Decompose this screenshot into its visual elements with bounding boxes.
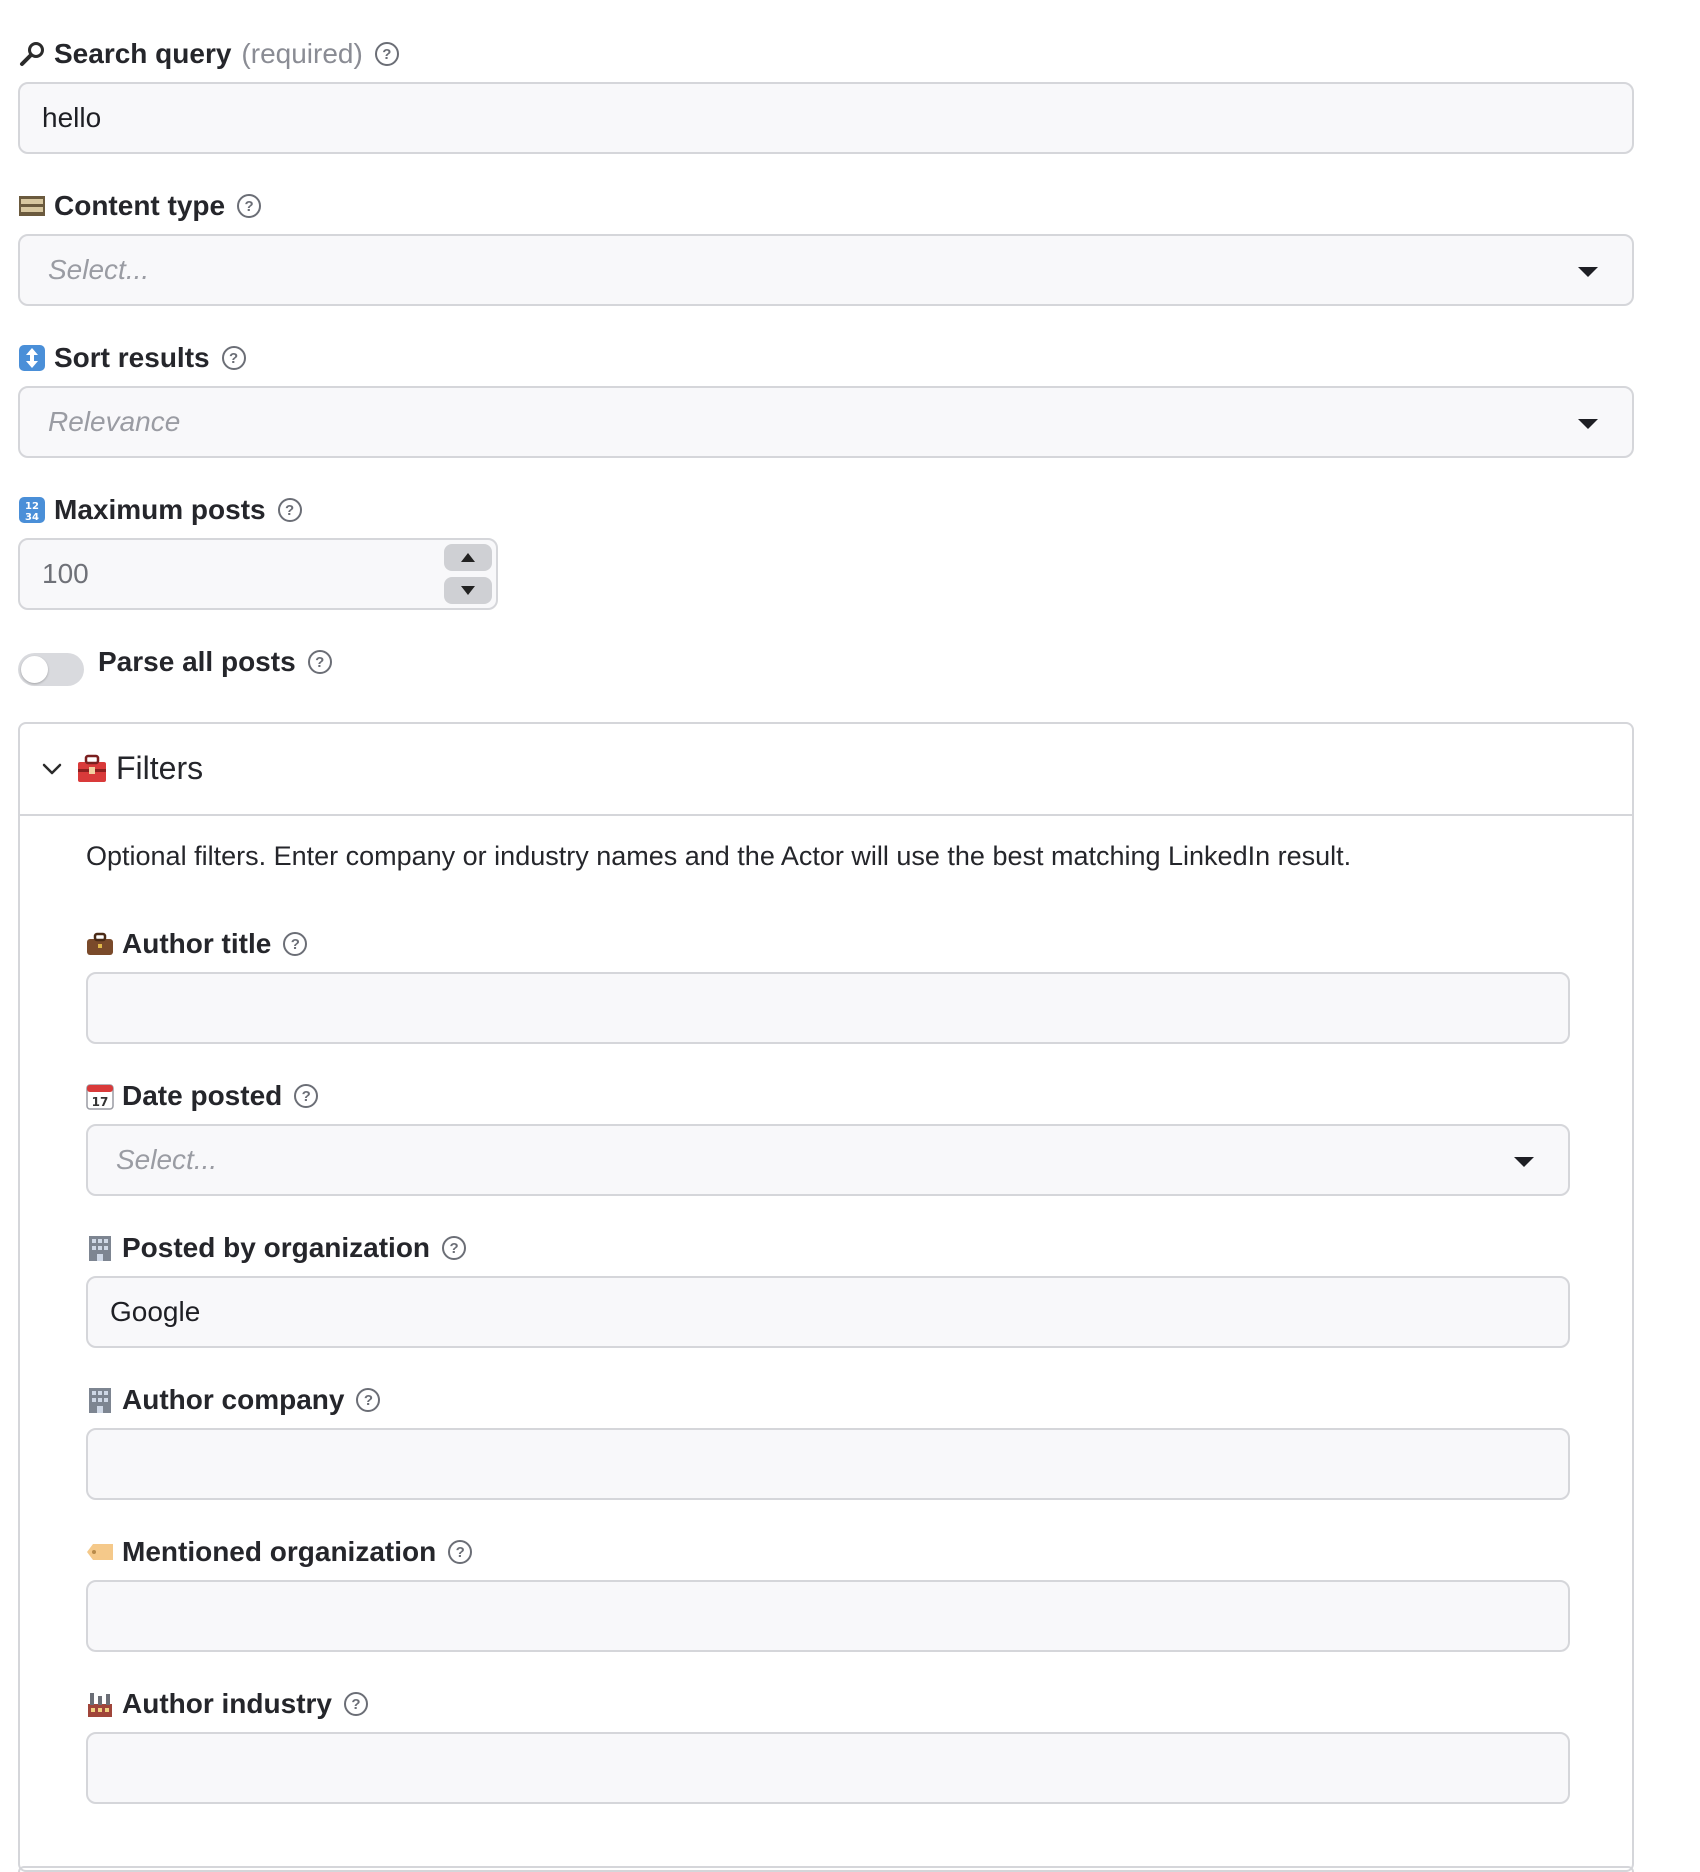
author-company-label-text: Author company	[122, 1384, 345, 1415]
increment-button[interactable]	[444, 544, 492, 571]
maximum-posts-value: 100	[42, 558, 89, 589]
maximum-posts-label-text: Maximum posts	[54, 494, 266, 525]
content-type-label: Content type ?	[18, 188, 262, 224]
svg-text:12: 12	[25, 501, 39, 512]
help-icon[interactable]: ?	[283, 932, 308, 956]
toolbox-icon	[76, 752, 108, 784]
date-posted-placeholder: Select...	[116, 1144, 218, 1175]
sort-results-label: Sort results ?	[18, 340, 246, 376]
author-title-input[interactable]	[86, 972, 1570, 1044]
search-query-value: hello	[42, 102, 102, 133]
svg-text:34: 34	[25, 512, 39, 523]
chevron-down-icon	[1514, 1157, 1534, 1167]
content-type-select[interactable]: Select...	[18, 234, 1634, 306]
calendar-icon: 17	[86, 1082, 114, 1110]
toggle-knob	[21, 656, 48, 683]
author-company-input[interactable]	[86, 1428, 1570, 1500]
office-building-icon	[86, 1234, 114, 1262]
next-panel-edge	[18, 1866, 1634, 1872]
mentioned-org-label: Mentioned organization ?	[86, 1534, 473, 1570]
author-title-label: Author title ?	[86, 926, 308, 962]
collapse-chevron-icon[interactable]	[38, 750, 78, 790]
posted-by-org-label: Posted by organization ?	[86, 1230, 467, 1266]
date-posted-select[interactable]: Select...	[86, 1124, 1570, 1196]
help-icon[interactable]: ?	[442, 1236, 467, 1260]
date-posted-label: 17 Date posted ?	[86, 1078, 319, 1114]
mentioned-org-label-text: Mentioned organization	[122, 1536, 437, 1567]
filters-title[interactable]: Filters	[116, 746, 203, 790]
decrement-button[interactable]	[444, 577, 492, 604]
posted-by-org-input[interactable]: Google	[86, 1276, 1570, 1348]
help-icon[interactable]: ?	[294, 1084, 319, 1108]
author-industry-input[interactable]	[86, 1732, 1570, 1804]
filters-panel: Filters Optional filters. Enter company …	[18, 722, 1634, 1872]
maximum-posts-input[interactable]: 100	[18, 538, 498, 610]
help-icon[interactable]: ?	[344, 1692, 368, 1716]
svg-text:17: 17	[92, 1095, 109, 1109]
content-type-placeholder: Select...	[48, 254, 150, 285]
help-icon[interactable]: ?	[374, 42, 399, 66]
chevron-up-icon	[461, 553, 475, 562]
numbers-1234-icon: 12 34	[18, 496, 46, 524]
help-icon[interactable]: ?	[448, 1540, 473, 1564]
panel-divider	[20, 814, 1632, 816]
chevron-down-icon	[461, 586, 475, 595]
parse-all-posts-label-text: Parse all posts	[98, 646, 296, 677]
sort-results-placeholder: Relevance	[48, 406, 181, 437]
sort-results-label-text: Sort results	[54, 342, 210, 373]
date-posted-label-text: Date posted	[122, 1080, 283, 1111]
sort-results-select[interactable]: Relevance	[18, 386, 1634, 458]
chevron-down-icon	[1578, 419, 1598, 429]
help-icon[interactable]: ?	[221, 346, 246, 370]
required-tag: (required)	[241, 38, 363, 69]
film-frames-icon	[18, 192, 46, 220]
filters-description: Optional filters. Enter company or indus…	[86, 840, 1352, 871]
factory-icon	[86, 1690, 114, 1718]
up-down-arrow-icon	[18, 344, 46, 372]
author-title-label-text: Author title	[122, 928, 272, 959]
search-query-input[interactable]: hello	[18, 82, 1634, 154]
label-tag-icon	[86, 1538, 114, 1566]
maximum-posts-label: 12 34 Maximum posts ?	[18, 492, 302, 528]
content-type-label-text: Content type	[54, 190, 226, 221]
search-query-label: Search query (required) ?	[18, 36, 399, 72]
author-industry-label-text: Author industry	[122, 1688, 332, 1719]
briefcase-icon	[86, 930, 114, 958]
help-icon[interactable]: ?	[307, 650, 332, 674]
help-icon[interactable]: ?	[356, 1388, 381, 1412]
help-icon[interactable]: ?	[277, 498, 302, 522]
office-building-icon	[86, 1386, 114, 1414]
author-industry-label: Author industry ?	[86, 1686, 368, 1722]
magnifier-icon	[18, 40, 46, 68]
mentioned-org-input[interactable]	[86, 1580, 1570, 1652]
posted-by-org-value: Google	[110, 1296, 201, 1327]
author-company-label: Author company ?	[86, 1382, 381, 1418]
search-query-label-text: Search query	[54, 38, 232, 69]
help-icon[interactable]: ?	[237, 194, 262, 218]
chevron-down-icon	[1578, 267, 1598, 277]
parse-all-posts-toggle[interactable]	[18, 653, 84, 686]
parse-all-posts-label: Parse all posts ?	[98, 644, 332, 680]
posted-by-org-label-text: Posted by organization	[122, 1232, 431, 1263]
